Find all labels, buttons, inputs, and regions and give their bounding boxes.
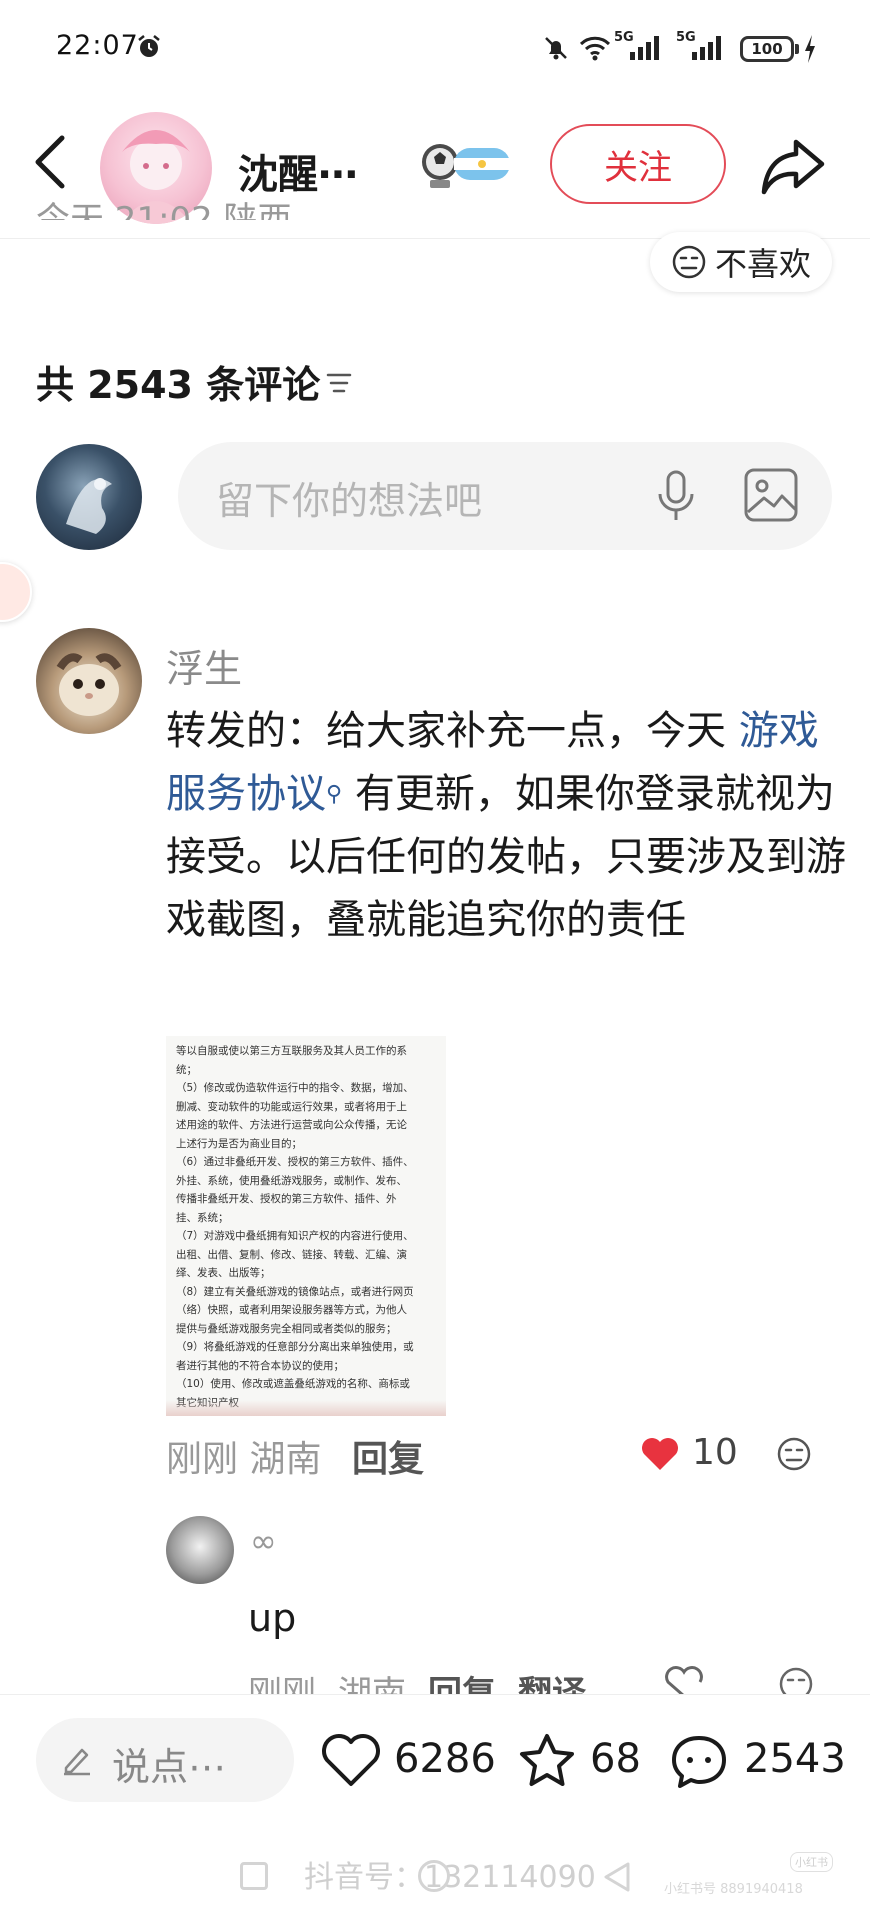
nav-home-button[interactable] [418,1860,450,1892]
comment-image-line: （9）将叠纸游戏的任意部分分离出来单独使用，或 [176,1341,414,1353]
comment-avatar[interactable] [36,628,142,734]
comment-meta: 刚刚 湖南 [166,1439,322,1480]
current-user-avatar[interactable] [36,444,142,550]
say-something-label[interactable]: 说点⋯ [112,1736,226,1791]
fan-badge-icon [418,134,514,194]
comment-like-count: 10 [692,1432,738,1473]
favorites-total: 68 [590,1736,641,1782]
comment-image-line: （7）对游戏中叠纸拥有知识产权的内容进行使用、 [176,1230,414,1242]
signal-icon-1 [628,34,664,62]
reply-meta: 刚刚 湖南 回复 翻译 [248,1666,608,1696]
battery-tip [795,44,799,54]
comment-image-line: 等以自服或使以第三方互联服务及其人员工作的系 [176,1045,407,1057]
comment-reply-button[interactable]: 回复 [352,1430,424,1482]
pen-icon [60,1742,94,1776]
reply-translate-button[interactable]: 翻译 [518,1674,586,1696]
sort-icon[interactable] [324,370,354,396]
dislike-face-icon[interactable] [776,1436,812,1472]
back-icon[interactable] [30,132,70,192]
comment-image-line: 传播非叠纸开发、授权的第三方软件、插件、外 [176,1193,397,1205]
alarm-icon [136,34,162,60]
follow-button[interactable]: 关注 [550,124,726,204]
dislike-face-icon [672,245,706,279]
comment-placeholder[interactable]: 留下你的想法吧 [216,470,482,525]
comment-image-line: （络）快照，或者利用架设服务器等方式，为他人 [176,1304,407,1316]
comment-image-line: 提供与叠纸游戏服务完全相同或者类似的服务； [176,1322,397,1335]
signal-icon-2 [690,34,726,62]
comments-total: 2543 [744,1736,846,1782]
nav-back-button[interactable] [600,1860,634,1894]
heart-outline-icon[interactable] [664,1666,704,1696]
reply-reply-button[interactable]: 回复 [428,1674,496,1696]
comment-image-line: 上述行为是否为商业目的； [176,1137,302,1150]
comments-count: 共 2543 条评论 [36,363,321,407]
watermark-right-text: 小红书号 8891940418 [664,1882,803,1897]
floating-widget[interactable] [0,562,32,622]
post-meta: 今天 21:02 陕西 [36,200,292,220]
wifi-icon [578,32,612,62]
reply-author[interactable]: ∞ [250,1522,277,1560]
comment-image-line: 述用途的软件、方法进行运营或向公众传播，无论 [176,1119,407,1131]
battery-indicator: 100 [740,36,794,62]
share-icon[interactable] [760,136,826,196]
likes-total: 6286 [394,1736,496,1782]
comment-image-line: （5）修改或伪造软件运行中的指令、数据，增加、 [176,1082,414,1094]
reply-text: up [248,1596,297,1640]
mic-icon[interactable] [654,468,698,524]
star-icon[interactable] [516,1732,578,1790]
comment-image[interactable]: 等以自服或使以第三方互联服务及其人员工作的系 统； （5）修改或伪造软件运行中的指令… [166,1036,446,1416]
heart-icon[interactable] [640,1436,680,1472]
watermark-tag: 小红书 [790,1852,833,1872]
search-icon: ⚲ [326,782,343,807]
mute-icon [542,34,570,62]
image-icon[interactable] [742,466,800,524]
comment-text: 转发的：给大家补充一点，今天 游戏服务协议⚲ 有更新，如果你登录就视为接受。以后… [166,708,846,943]
comment-image-line: 挂、系统； [176,1211,229,1224]
reply-avatar[interactable] [166,1516,234,1584]
chat-icon[interactable] [668,1732,730,1790]
heart-icon[interactable] [320,1732,382,1788]
dislike-label: 不喜欢 [714,245,811,283]
comment-image-line: 删减、变动软件的功能或运行效果，或者将用于上 [176,1100,407,1113]
comment-image-line: （6）通过非叠纸开发、授权的第三方软件、插件、 [176,1156,414,1168]
comment-image-line: 绎、发表、出版等； [176,1267,271,1279]
comment-image-line: （8）建立有关叠纸游戏的镜像站点，或者进行网页 [176,1285,414,1298]
comment-image-line: （10）使用、修改或遮盖叠纸游戏的名称、商标或 [176,1378,410,1390]
comment-author[interactable]: 浮生 [166,638,242,693]
dislike-button[interactable]: 不喜欢 [650,232,832,292]
comment-image-line: 统； [176,1063,197,1076]
dislike-face-icon[interactable] [778,1666,814,1696]
comment-image-line: 外挂、系统，使用叠纸游戏服务，或制作、发布、 [176,1174,407,1187]
nav-recents-button[interactable] [240,1862,268,1890]
comment-image-edge [166,1400,446,1416]
status-time: 22:07 [56,30,139,61]
comment-image-line: 出租、出借、复制、修改、链接、转载、汇编、演 [176,1248,407,1261]
charge-icon [803,34,817,64]
comment-image-line: 者进行其他的不符合本协议的使用； [176,1359,344,1372]
